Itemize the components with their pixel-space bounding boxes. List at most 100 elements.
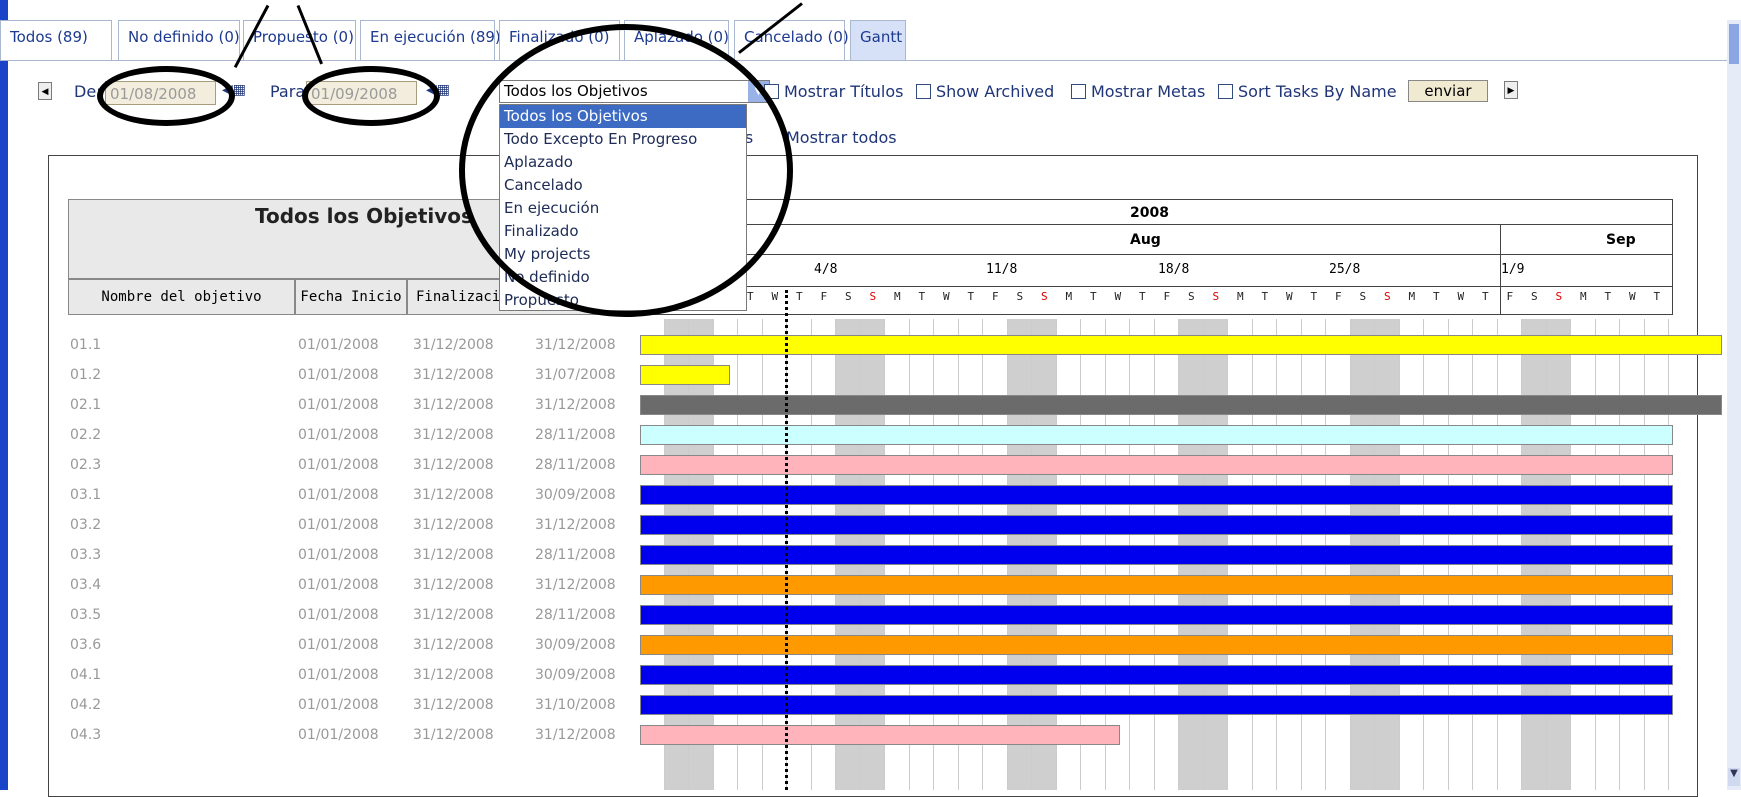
scrollbar-thumb[interactable] bbox=[1729, 24, 1739, 64]
week-label: 25/8 bbox=[1329, 262, 1361, 277]
show-all-link[interactable]: Mostrar todos bbox=[786, 128, 897, 147]
dropdown-option[interactable]: My projects bbox=[500, 243, 746, 266]
show-goals-checkbox[interactable] bbox=[1071, 84, 1086, 99]
gantt-bar[interactable] bbox=[640, 365, 730, 385]
table-cell: 01/01/2008 bbox=[298, 577, 379, 593]
calendar-icon[interactable]: ◀▦ bbox=[222, 82, 246, 98]
day-letter: T bbox=[1653, 290, 1661, 303]
day-letter: T bbox=[1089, 290, 1097, 303]
tab-todos[interactable]: Todos (89) bbox=[0, 20, 112, 61]
show-titles-checkbox[interactable] bbox=[764, 84, 779, 99]
objectives-select[interactable]: Todos los Objetivos bbox=[499, 80, 770, 103]
gantt-bar[interactable] bbox=[640, 695, 1673, 715]
table-cell: 31/12/2008 bbox=[413, 637, 494, 653]
table-cell: 03.1 bbox=[70, 487, 102, 503]
day-letter: S bbox=[1187, 290, 1195, 303]
gantt-bar[interactable] bbox=[640, 515, 1673, 535]
table-cell: 01/01/2008 bbox=[298, 397, 379, 413]
gantt-bar[interactable] bbox=[640, 425, 1673, 445]
tab-gantt[interactable]: Gantt bbox=[850, 20, 906, 61]
gantt-bar[interactable] bbox=[640, 605, 1673, 625]
tab-finalizado[interactable]: Finalizado (0) bbox=[499, 20, 620, 61]
day-letter: S bbox=[1359, 290, 1367, 303]
table-cell: 31/12/2008 bbox=[413, 697, 494, 713]
day-letter: W bbox=[942, 290, 950, 303]
tab-en-ejecucion[interactable]: En ejecución (89) bbox=[360, 20, 501, 61]
tab-aplazado[interactable]: Aplazado (0) bbox=[624, 20, 729, 61]
week-label: 4/8 bbox=[814, 262, 838, 277]
day-letter: S bbox=[1530, 290, 1538, 303]
column-header-name[interactable]: Nombre del objetivo bbox=[68, 279, 295, 315]
day-letter: M bbox=[1065, 290, 1073, 303]
gantt-month-sep: Sep bbox=[1606, 232, 1636, 248]
dropdown-option[interactable]: Todo Excepto En Progreso bbox=[500, 128, 746, 151]
vertical-scrollbar[interactable] bbox=[1727, 20, 1741, 790]
table-cell: 31/12/2008 bbox=[413, 577, 494, 593]
sort-tasks-checkbox[interactable] bbox=[1218, 84, 1233, 99]
gantt-bar[interactable] bbox=[640, 545, 1673, 565]
table-cell: 31/12/2008 bbox=[413, 337, 494, 353]
gantt-bar[interactable] bbox=[640, 335, 1722, 355]
table-cell: 01/01/2008 bbox=[298, 517, 379, 533]
gantt-bar[interactable] bbox=[640, 635, 1673, 655]
from-label: De: bbox=[74, 82, 102, 101]
table-cell: 31/12/2008 bbox=[535, 517, 616, 533]
to-date-input[interactable]: 01/09/2008 bbox=[306, 81, 417, 105]
table-cell: 02.3 bbox=[70, 457, 102, 473]
prev-arrow-icon[interactable]: ◀ bbox=[38, 82, 52, 100]
to-label: Para: bbox=[270, 82, 311, 101]
table-cell: 03.3 bbox=[70, 547, 102, 563]
table-cell: 31/12/2008 bbox=[413, 517, 494, 533]
table-cell: 01/01/2008 bbox=[298, 367, 379, 383]
dropdown-option[interactable]: Cancelado bbox=[500, 174, 746, 197]
calendar-icon[interactable]: ◀▦ bbox=[426, 82, 450, 98]
dropdown-option[interactable]: No definido bbox=[500, 266, 746, 289]
gantt-divider bbox=[640, 224, 1673, 225]
day-letter: W bbox=[1628, 290, 1636, 303]
tab-no-definido[interactable]: No definido (0) bbox=[118, 20, 240, 61]
gantt-bar[interactable] bbox=[640, 725, 1120, 745]
submit-button[interactable]: enviar bbox=[1408, 80, 1488, 102]
table-cell: 01/01/2008 bbox=[298, 487, 379, 503]
day-letter: S bbox=[1040, 290, 1048, 303]
table-cell: 04.1 bbox=[70, 667, 102, 683]
table-cell: 30/09/2008 bbox=[535, 487, 616, 503]
table-cell: 31/12/2008 bbox=[413, 607, 494, 623]
next-arrow-icon[interactable]: ▶ bbox=[1504, 81, 1518, 99]
gantt-divider bbox=[640, 286, 1673, 287]
table-title: Todos los Objetivos bbox=[255, 204, 473, 228]
gantt-bar[interactable] bbox=[640, 575, 1673, 595]
dropdown-option[interactable]: Todos los Objetivos bbox=[500, 105, 746, 128]
gantt-bar[interactable] bbox=[640, 395, 1722, 415]
dropdown-option[interactable]: Propuesto bbox=[500, 289, 746, 312]
gantt-bar[interactable] bbox=[640, 455, 1673, 475]
table-cell: 01/01/2008 bbox=[298, 427, 379, 443]
tab-propuesto[interactable]: Propuesto (0) bbox=[243, 20, 356, 61]
scroll-down-arrow-icon[interactable]: ▼ bbox=[1728, 768, 1740, 786]
table-cell: 31/12/2008 bbox=[413, 487, 494, 503]
from-date-input[interactable]: 01/08/2008 bbox=[105, 81, 216, 105]
table-cell: 01/01/2008 bbox=[298, 547, 379, 563]
table-cell: 03.5 bbox=[70, 607, 102, 623]
show-archived-checkbox[interactable] bbox=[916, 84, 931, 99]
table-cell: 28/11/2008 bbox=[535, 427, 616, 443]
dropdown-option[interactable]: Aplazado bbox=[500, 151, 746, 174]
day-letter: F bbox=[991, 290, 999, 303]
day-letter: T bbox=[1261, 290, 1269, 303]
dropdown-option[interactable]: Finalizado bbox=[500, 220, 746, 243]
objectives-dropdown-list[interactable]: Todos los Objetivos Todo Excepto En Progr… bbox=[499, 104, 747, 311]
table-cell: 30/09/2008 bbox=[535, 637, 616, 653]
table-cell: 03.2 bbox=[70, 517, 102, 533]
dropdown-option[interactable]: En ejecución bbox=[500, 197, 746, 220]
day-letter: T bbox=[1604, 290, 1612, 303]
day-letter: M bbox=[1236, 290, 1244, 303]
day-letter: M bbox=[1579, 290, 1587, 303]
show-goals-label: Mostrar Metas bbox=[1091, 82, 1206, 101]
day-letter: T bbox=[918, 290, 926, 303]
gantt-bar[interactable] bbox=[640, 665, 1673, 685]
week-label: 11/8 bbox=[986, 262, 1018, 277]
gantt-bar[interactable] bbox=[640, 485, 1673, 505]
column-header-start[interactable]: Fecha Inicio bbox=[295, 279, 407, 315]
table-cell: 31/12/2008 bbox=[535, 397, 616, 413]
table-cell: 31/10/2008 bbox=[535, 697, 616, 713]
